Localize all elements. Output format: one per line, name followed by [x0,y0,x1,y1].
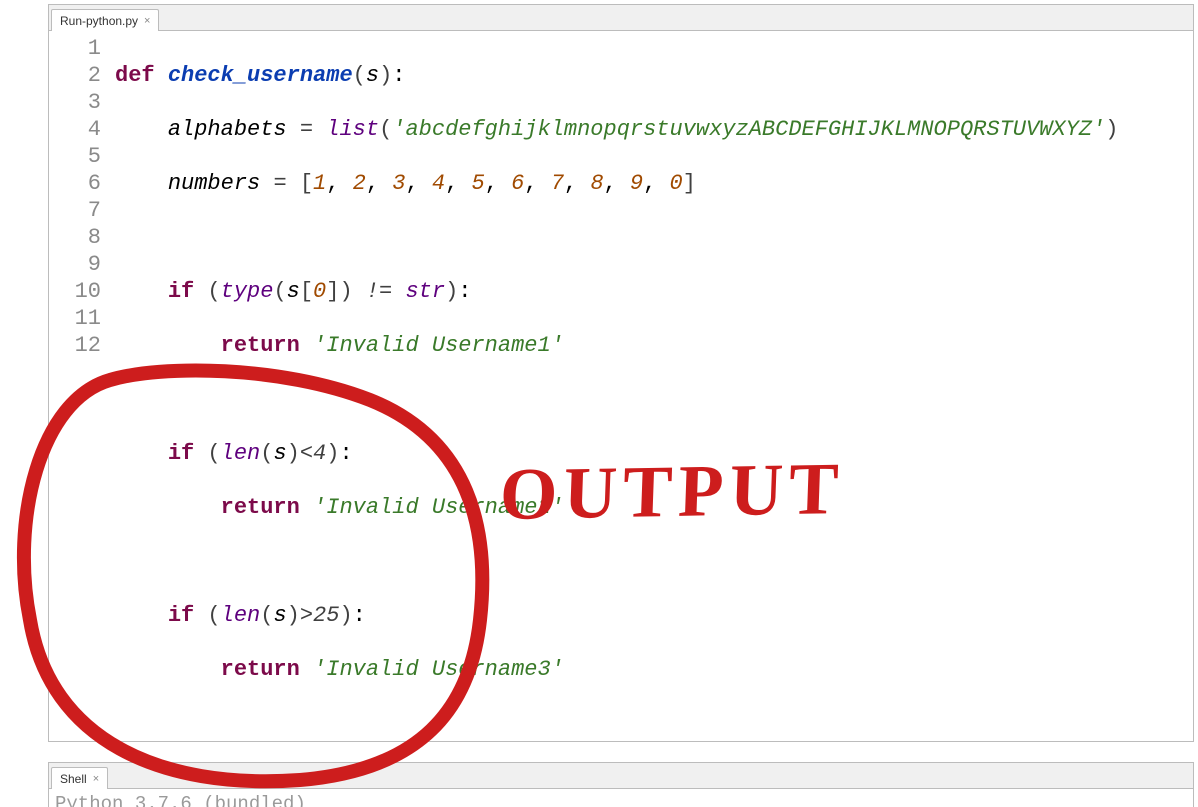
code-line[interactable] [115,386,1193,413]
num: 7 [551,171,564,196]
code-line[interactable]: if (type(s[0]) != str): [115,278,1193,305]
line-number: 3 [49,89,101,116]
builtin-type: type [221,279,274,304]
num: 1 [313,171,326,196]
line-number: 8 [49,224,101,251]
code-line[interactable]: alphabets = list('abcdefghijklmnopqrstuv… [115,116,1193,143]
builtin-len: len [221,603,261,628]
num: 0 [670,171,683,196]
line-number: 9 [49,251,101,278]
editor-tabbar: Run-python.py × [49,5,1193,31]
ret3: 'Invalid Username3' [313,657,564,682]
kw-if: if [168,603,194,628]
shell-body[interactable]: Python 3.7.6 (bundled) >>> %Run Run-pyth… [49,789,1193,807]
code-line[interactable] [115,548,1193,575]
param-s: s [366,63,379,88]
s-var: s [273,441,286,466]
kw-if: if [168,279,194,304]
line-number-gutter: 1 2 3 4 5 6 7 8 9 10 11 12 [49,31,115,741]
num: 4 [432,171,445,196]
code-body[interactable]: def check_username(s): alphabets = list(… [115,31,1193,741]
code-area[interactable]: 1 2 3 4 5 6 7 8 9 10 11 12 def check_use… [49,31,1193,741]
shell-tab[interactable]: Shell × [51,767,108,789]
line-number: 1 [49,35,101,62]
num: 8 [590,171,603,196]
editor-tab-run-python[interactable]: Run-python.py × [51,9,159,31]
num: 6 [511,171,524,196]
close-icon[interactable]: × [93,773,99,785]
kw-def: def [115,63,155,88]
line-number: 4 [49,116,101,143]
line-number: 5 [49,143,101,170]
ret2: 'Invalid Username2' [313,495,564,520]
fn-name: check_username [168,63,353,88]
lt4-op: <4 [300,441,326,466]
line-number: 12 [49,332,101,359]
code-line[interactable] [115,224,1193,251]
num: 3 [392,171,405,196]
code-line[interactable]: return 'Invalid Username3' [115,656,1193,683]
str-alphabets: 'abcdefghijklmnopqrstuvwxyzABCDEFGHIJKLM… [392,117,1105,142]
neq-op: != [366,279,392,304]
num: 2 [353,171,366,196]
ret1: 'Invalid Username1' [313,333,564,358]
code-line[interactable]: numbers = [1, 2, 3, 4, 5, 6, 7, 8, 9, 0] [115,170,1193,197]
shell-tabbar: Shell × [49,763,1193,789]
line-number: 7 [49,197,101,224]
var-alphabets: alphabets [168,117,287,142]
kw-if: if [168,441,194,466]
close-icon[interactable]: × [144,15,150,27]
builtin-len: len [221,441,261,466]
code-line[interactable]: return 'Invalid Username2' [115,494,1193,521]
code-line[interactable]: if (len(s)>25): [115,602,1193,629]
line-number: 11 [49,305,101,332]
builtin-str: str [405,279,445,304]
num: 5 [471,171,484,196]
var-numbers: numbers [168,171,260,196]
code-line[interactable]: return 'Invalid Username1' [115,332,1193,359]
kw-return: return [221,495,300,520]
editor-tab-label: Run-python.py [60,14,138,28]
shell-tab-label: Shell [60,772,87,786]
num: 9 [630,171,643,196]
line-number: 2 [49,62,101,89]
editor-panel: Run-python.py × 1 2 3 4 5 6 7 8 9 10 11 … [48,4,1194,742]
python-version: Python 3.7.6 (bundled) [55,793,306,807]
line-number: 10 [49,278,101,305]
kw-return: return [221,657,300,682]
gt25-op: >25 [300,603,340,628]
code-line[interactable]: if (len(s)<4): [115,440,1193,467]
kw-return: return [221,333,300,358]
code-line[interactable]: def check_username(s): [115,62,1193,89]
num: 0 [313,279,326,304]
builtin-list: list [326,117,379,142]
s-var: s [287,279,300,304]
shell-panel: Shell × Python 3.7.6 (bundled) >>> %Run … [48,762,1194,807]
s-var: s [273,603,286,628]
line-number: 6 [49,170,101,197]
